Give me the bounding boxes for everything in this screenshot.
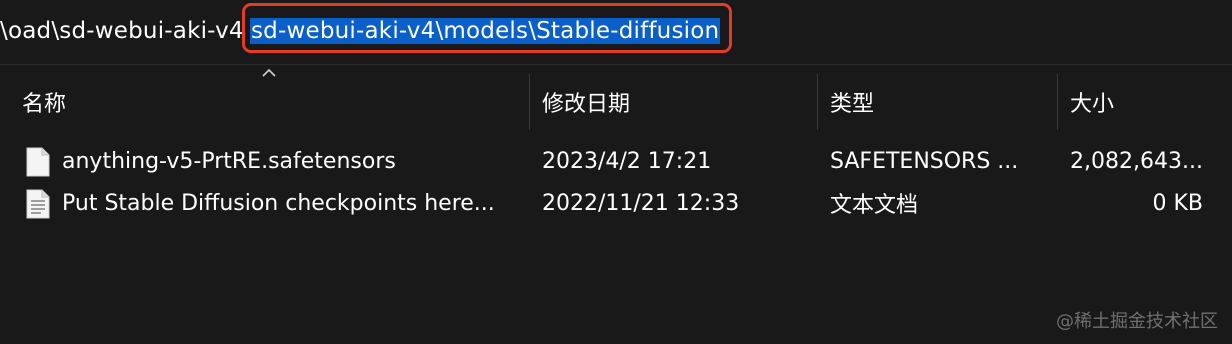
address-prefix: oad\sd-webui-aki-v4\ bbox=[0, 18, 244, 44]
column-header-name[interactable]: 名称 bbox=[22, 74, 66, 130]
file-modified-date: 2023/4/2 17:21 bbox=[542, 148, 712, 174]
file-type: 文本文档 bbox=[830, 193, 919, 218]
column-divider[interactable] bbox=[1057, 74, 1058, 130]
file-row[interactable]: anything-v5-PrtRE.safetensors 2023/4/2 1… bbox=[0, 140, 1232, 182]
column-divider[interactable] bbox=[529, 74, 530, 130]
file-icon bbox=[26, 147, 50, 177]
watermark: @稀土掘金技术社区 bbox=[1056, 311, 1218, 332]
column-header-modified[interactable]: 修改日期 bbox=[542, 74, 630, 130]
file-size: 2,082,643... bbox=[1070, 148, 1203, 174]
text-document-icon bbox=[26, 189, 50, 219]
column-header-row: 名称 修改日期 类型 大小 bbox=[0, 74, 1232, 130]
address-bar[interactable]: oad\sd-webui-aki-v4\ sd-webui-aki-v4\mode… bbox=[0, 0, 1232, 65]
annotation-highlight-box bbox=[242, 3, 732, 53]
column-header-size[interactable]: 大小 bbox=[1070, 74, 1114, 130]
column-header-type[interactable]: 类型 bbox=[830, 74, 874, 130]
file-name: Put Stable Diffusion checkpoints here... bbox=[62, 190, 495, 216]
column-divider[interactable] bbox=[817, 74, 818, 130]
file-row[interactable]: Put Stable Diffusion checkpoints here...… bbox=[0, 182, 1232, 224]
file-size: 0 KB bbox=[1152, 190, 1203, 216]
file-modified-date: 2022/11/21 12:33 bbox=[542, 190, 740, 216]
file-type: SAFETENSORS ... bbox=[830, 148, 1019, 174]
file-name: anything-v5-PrtRE.safetensors bbox=[62, 148, 396, 174]
